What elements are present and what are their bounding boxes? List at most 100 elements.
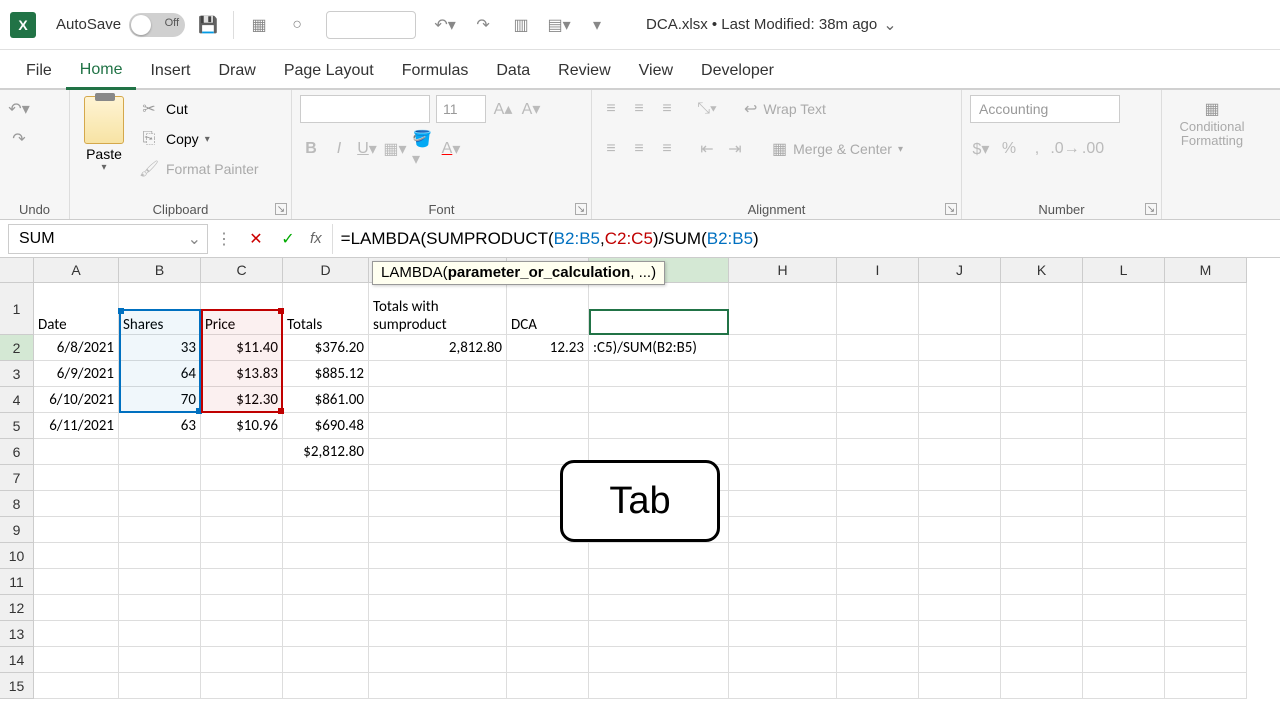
cell[interactable] bbox=[837, 361, 919, 387]
cell[interactable] bbox=[729, 465, 837, 491]
cell[interactable] bbox=[369, 621, 507, 647]
column-header[interactable]: A bbox=[34, 258, 119, 283]
wrap-text-button[interactable]: ↩Wrap Text bbox=[744, 99, 826, 119]
tab-developer[interactable]: Developer bbox=[687, 54, 788, 88]
column-header[interactable]: I bbox=[837, 258, 919, 283]
qat-icon[interactable]: ▦ bbox=[244, 10, 274, 40]
underline-icon[interactable]: U▾ bbox=[356, 138, 378, 160]
cell[interactable] bbox=[1083, 647, 1165, 673]
cell[interactable] bbox=[589, 387, 729, 413]
cell[interactable]: Date bbox=[34, 283, 119, 335]
cell[interactable] bbox=[201, 569, 283, 595]
cell[interactable] bbox=[1165, 673, 1247, 699]
align-center-icon[interactable]: ≡ bbox=[628, 138, 650, 160]
align-left-icon[interactable]: ≡ bbox=[600, 138, 622, 160]
cell[interactable]: Shares bbox=[119, 283, 201, 335]
cell[interactable] bbox=[1165, 595, 1247, 621]
column-header[interactable]: D bbox=[283, 258, 369, 283]
cell[interactable] bbox=[369, 543, 507, 569]
align-middle-icon[interactable]: ≡ bbox=[628, 98, 650, 120]
cell[interactable] bbox=[369, 569, 507, 595]
cell[interactable]: $376.20 bbox=[283, 335, 369, 361]
cell[interactable] bbox=[507, 595, 589, 621]
cell[interactable] bbox=[1165, 569, 1247, 595]
increase-font-icon[interactable]: A▴ bbox=[492, 98, 514, 120]
accept-icon[interactable]: ✓ bbox=[274, 225, 302, 253]
cell[interactable] bbox=[507, 413, 589, 439]
cell[interactable] bbox=[589, 673, 729, 699]
qat-icon-4[interactable]: ▤▾ bbox=[544, 10, 574, 40]
cell[interactable] bbox=[1001, 517, 1083, 543]
row-header[interactable]: 5 bbox=[0, 413, 34, 439]
cell[interactable] bbox=[1165, 387, 1247, 413]
row-header[interactable]: 1 bbox=[0, 283, 34, 335]
cell[interactable] bbox=[589, 647, 729, 673]
cell[interactable] bbox=[201, 621, 283, 647]
cell[interactable] bbox=[1001, 621, 1083, 647]
cell[interactable] bbox=[837, 595, 919, 621]
cell[interactable] bbox=[1165, 413, 1247, 439]
cell[interactable] bbox=[1165, 543, 1247, 569]
decrease-font-icon[interactable]: A▾ bbox=[520, 98, 542, 120]
bold-icon[interactable]: B bbox=[300, 138, 322, 160]
align-right-icon[interactable]: ≡ bbox=[656, 138, 678, 160]
row-header[interactable]: 8 bbox=[0, 491, 34, 517]
cell[interactable] bbox=[589, 413, 729, 439]
cell[interactable] bbox=[1001, 673, 1083, 699]
search-box[interactable] bbox=[326, 11, 416, 39]
align-top-icon[interactable]: ≡ bbox=[600, 98, 622, 120]
decrease-indent-icon[interactable]: ⇤ bbox=[696, 138, 718, 160]
save-icon[interactable]: 💾 bbox=[193, 10, 223, 40]
cell[interactable] bbox=[1001, 361, 1083, 387]
cell[interactable] bbox=[1083, 517, 1165, 543]
cell[interactable] bbox=[1165, 361, 1247, 387]
align-bottom-icon[interactable]: ≡ bbox=[656, 98, 678, 120]
cell[interactable] bbox=[34, 595, 119, 621]
tab-review[interactable]: Review bbox=[544, 54, 624, 88]
cell[interactable] bbox=[1165, 491, 1247, 517]
cell[interactable] bbox=[507, 673, 589, 699]
cell[interactable] bbox=[507, 569, 589, 595]
cell[interactable] bbox=[729, 595, 837, 621]
cell[interactable] bbox=[837, 517, 919, 543]
row-header[interactable]: 9 bbox=[0, 517, 34, 543]
qat-more-icon[interactable]: ▾ bbox=[582, 10, 612, 40]
cell[interactable] bbox=[507, 621, 589, 647]
cell[interactable] bbox=[1083, 283, 1165, 335]
cell[interactable] bbox=[507, 361, 589, 387]
cell[interactable] bbox=[919, 283, 1001, 335]
cell[interactable] bbox=[201, 647, 283, 673]
row-header[interactable]: 4 bbox=[0, 387, 34, 413]
cell[interactable] bbox=[507, 647, 589, 673]
cell[interactable] bbox=[119, 439, 201, 465]
row-header[interactable]: 7 bbox=[0, 465, 34, 491]
cell[interactable] bbox=[919, 595, 1001, 621]
cell[interactable] bbox=[729, 439, 837, 465]
cell[interactable] bbox=[729, 543, 837, 569]
paste-button[interactable]: Paste ▾ bbox=[78, 94, 130, 190]
cell[interactable]: $10.96 bbox=[201, 413, 283, 439]
cell[interactable] bbox=[1001, 335, 1083, 361]
dialog-launcher-icon[interactable]: ↘ bbox=[945, 203, 957, 215]
cancel-icon[interactable]: ✕ bbox=[242, 225, 270, 253]
formula-input[interactable]: =LAMBDA(SUMPRODUCT(B2:B5,C2:C5)/SUM(B2:B… bbox=[332, 224, 1280, 254]
italic-icon[interactable]: I bbox=[328, 138, 350, 160]
cell[interactable]: 64 bbox=[119, 361, 201, 387]
cell[interactable] bbox=[1001, 387, 1083, 413]
cell[interactable] bbox=[283, 491, 369, 517]
dialog-launcher-icon[interactable]: ↘ bbox=[1145, 203, 1157, 215]
cell[interactable] bbox=[1083, 569, 1165, 595]
cell[interactable] bbox=[1001, 647, 1083, 673]
cell[interactable] bbox=[369, 465, 507, 491]
cell[interactable]: $861.00 bbox=[283, 387, 369, 413]
cell[interactable] bbox=[1083, 621, 1165, 647]
cell[interactable] bbox=[369, 439, 507, 465]
cell[interactable] bbox=[1165, 647, 1247, 673]
cell[interactable] bbox=[283, 543, 369, 569]
select-all-corner[interactable] bbox=[0, 258, 34, 283]
cell[interactable] bbox=[369, 491, 507, 517]
cut-button[interactable]: ✂Cut bbox=[138, 94, 259, 124]
cell[interactable] bbox=[729, 361, 837, 387]
row-header[interactable]: 11 bbox=[0, 569, 34, 595]
cell[interactable]: DCA with LAMBDA bbox=[589, 283, 729, 335]
